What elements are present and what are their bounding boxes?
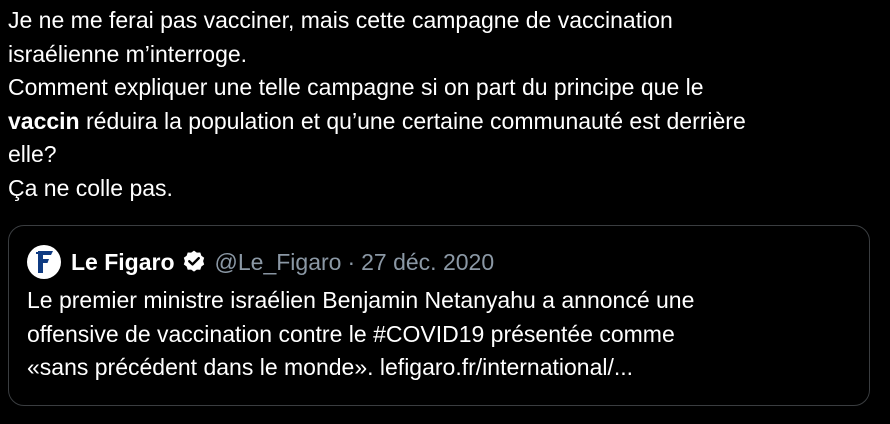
quoted-tweet-header: Le Figaro @Le_Figaro · 27 déc. 2020 [27,244,494,280]
tweet-text: Je ne me ferai pas vacciner, mais cette … [8,4,878,205]
quoted-text-line: offensive de vaccination contre le #COVI… [27,320,675,347]
tweet-text-fragment: réduira la population et qu’une certaine… [79,107,746,134]
meta-separator: · [347,248,356,275]
tweet-text-line: vaccin réduira la population et qu’une c… [8,105,878,139]
quoted-text-line: «sans précédent dans le monde». lefigaro… [27,354,634,380]
verified-badge-icon [181,249,207,275]
source-handle[interactable]: @Le_Figaro [215,249,342,276]
quoted-tweet-card[interactable]: Le Figaro @Le_Figaro · 27 déc. 2020 Le p… [8,225,870,406]
quoted-text-line: Le premier ministre israélien Benjamin N… [27,287,695,313]
tweet-text-line: Comment expliquer une telle campagne si … [8,74,704,100]
source-name[interactable]: Le Figaro [71,249,175,276]
tweet-date[interactable]: 27 déc. 2020 [361,249,494,276]
tweet-text-line: israélienne m’interroge. [8,40,248,67]
highlighted-keyword: vaccin [8,107,80,134]
le-figaro-logo-icon[interactable] [27,245,61,279]
tweet-text-line: Ça ne colle pas. [8,174,173,201]
quoted-tweet-text: Le premier ministre israélien Benjamin N… [27,284,857,385]
tweet-text-line: elle? [8,141,57,167]
tweet-text-line: Je ne me ferai pas vacciner, mais cette … [8,7,673,33]
